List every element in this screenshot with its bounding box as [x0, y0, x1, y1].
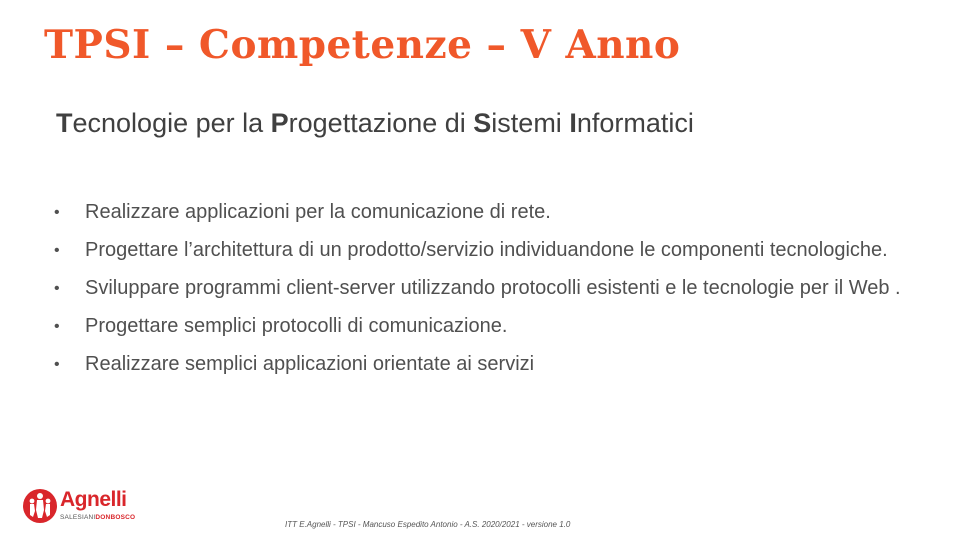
subtitle-text: istemi [491, 108, 570, 138]
slide-subtitle: Tecnologie per la Progettazione di Siste… [56, 108, 694, 139]
list-item-text: Progettare l’architettura di un prodotto… [85, 239, 888, 261]
subtitle-initial: I [569, 108, 577, 138]
list-item-text: Sviluppare programmi client-server utili… [85, 277, 901, 299]
competence-list: • Realizzare applicazioni per la comunic… [54, 196, 934, 386]
list-item-text: Realizzare semplici applicazioni orienta… [85, 353, 535, 375]
salesiani-people-icon [23, 489, 57, 523]
subtitle-text: nformatici [576, 108, 694, 138]
list-item: • Realizzare semplici applicazioni orien… [54, 348, 934, 381]
subtitle-initial: S [473, 108, 492, 138]
slide-title: TPSI – Competenze – V Anno [44, 22, 681, 68]
list-item: • Realizzare applicazioni per la comunic… [54, 196, 934, 229]
agnelli-logo: Agnelli SALESIANIDONBOSCO [22, 488, 142, 528]
logo-subtitle: SALESIANIDONBOSCO [60, 514, 135, 521]
logo-sub-highlight: DONBOSCO [95, 514, 136, 521]
list-item-text: Progettare semplici protocolli di comuni… [85, 315, 508, 337]
logo-name: Agnelli [60, 488, 127, 511]
slide-footer: ITT E.Agnelli - TPSI - Mancuso Espedito … [285, 520, 571, 529]
list-item-text: Realizzare applicazioni per la comunicaz… [85, 201, 551, 223]
bullet-icon: • [54, 356, 60, 373]
subtitle-text: rogettazione di [288, 108, 474, 138]
subtitle-initial: T [56, 108, 73, 138]
subtitle-text: ecnologie per la [72, 108, 271, 138]
list-item: • Sviluppare programmi client-server uti… [54, 272, 934, 305]
list-item: • Progettare semplici protocolli di comu… [54, 310, 934, 343]
bullet-icon: • [54, 242, 60, 259]
subtitle-initial: P [270, 108, 289, 138]
bullet-icon: • [54, 204, 60, 221]
bullet-icon: • [54, 280, 60, 297]
bullet-icon: • [54, 318, 60, 335]
list-item: • Progettare l’architettura di un prodot… [54, 234, 934, 267]
logo-sub-prefix: SALESIANI [60, 514, 96, 521]
